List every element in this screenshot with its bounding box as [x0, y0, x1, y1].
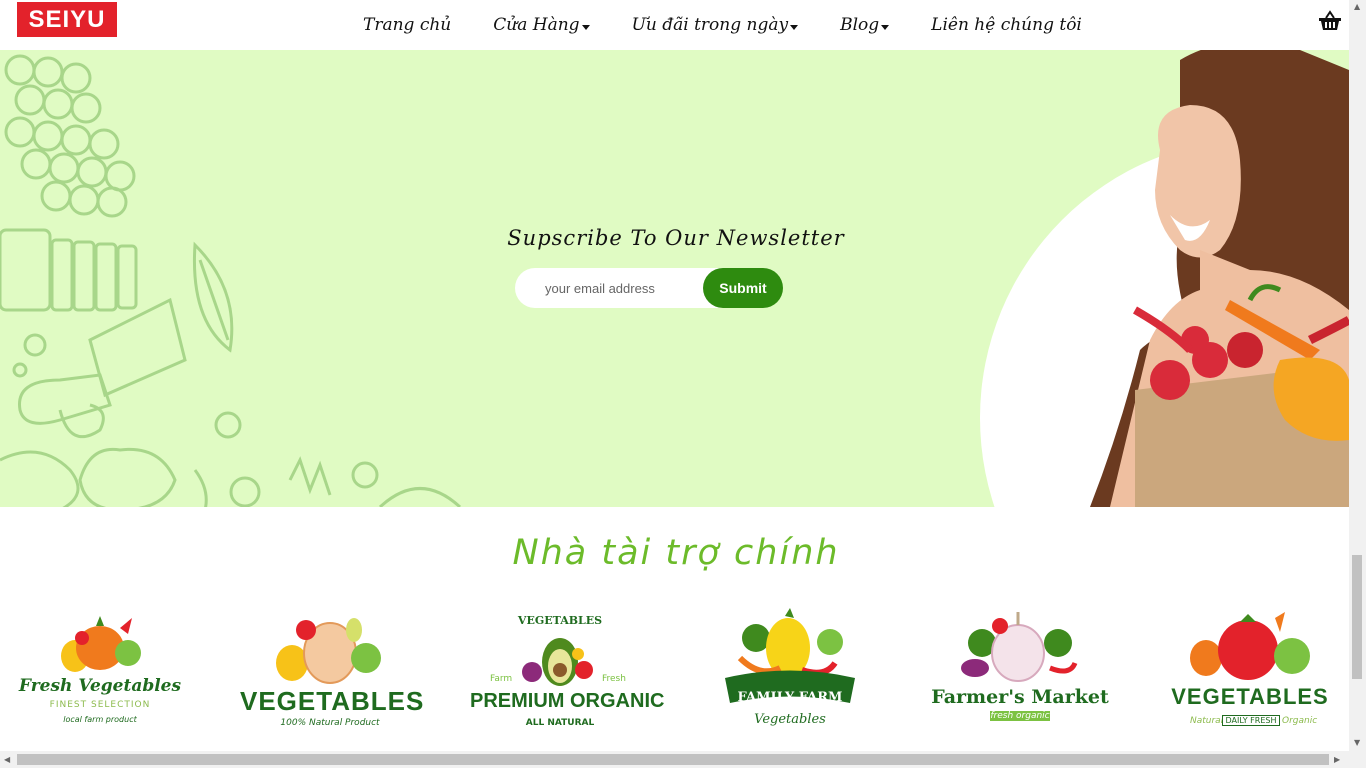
sponsor-name: VEGETABLES: [1171, 684, 1329, 709]
sponsor-logo[interactable]: Fresh Vegetables FINEST SELECTION local …: [10, 608, 190, 738]
tomato-icon: [1190, 612, 1310, 680]
nav-item-home[interactable]: Trang chủ: [363, 15, 451, 35]
sponsor-name: Fresh Vegetables: [18, 676, 182, 696]
sponsor-right-label: Organic: [1282, 716, 1318, 726]
sponsor-logo[interactable]: FAMILY FARM Vegetables: [700, 608, 880, 738]
sponsor-logos: Fresh Vegetables FINEST SELECTION local …: [0, 608, 1349, 738]
caret-down-icon: [581, 24, 590, 30]
nav-item-deals[interactable]: Ưu đãi trong ngày: [632, 15, 799, 35]
sponsor-logo[interactable]: VEGETABLES Natural DAILY FRESH Organic: [1160, 608, 1340, 738]
sponsor-subtitle: FINEST SELECTION: [49, 700, 151, 710]
sponsor-logo[interactable]: Farmer's Market fresh organic: [930, 608, 1110, 738]
woman-with-vegetables-image: [1090, 50, 1349, 507]
sponsor-name: FAMILY FARM: [737, 690, 843, 705]
scroll-right-arrow-icon[interactable]: ▶: [1334, 755, 1340, 764]
sponsor-subtitle: DAILY FRESH: [1222, 715, 1280, 726]
sponsor-subtitle: fresh organic: [990, 711, 1050, 721]
nav-item-store[interactable]: Cửa Hàng: [493, 15, 590, 35]
sponsor-right-label: Fresh: [602, 674, 626, 684]
sponsor-name: PREMIUM ORGANIC: [470, 690, 665, 712]
sponsor-name: Farmer's Market: [931, 686, 1109, 708]
vertical-scrollbar-thumb[interactable]: [1352, 555, 1362, 679]
sponsor-subtitle: ALL NATURAL: [525, 718, 595, 728]
vegetable-sketch-decoration: [0, 54, 462, 507]
scroll-up-arrow-icon[interactable]: ▲: [1354, 2, 1360, 11]
scroll-left-arrow-icon[interactable]: ◀: [4, 755, 10, 764]
basket-icon[interactable]: [1318, 10, 1342, 32]
sponsor-left-label: Farm: [490, 674, 513, 684]
horizontal-scrollbar-thumb[interactable]: [17, 754, 1329, 765]
sponsor-name: VEGETABLES: [240, 686, 425, 716]
scroll-down-arrow-icon[interactable]: ▼: [1354, 738, 1360, 747]
sponsor-subtitle: 100% Natural Product: [280, 718, 380, 728]
sponsor-tagline: local farm product: [63, 715, 137, 724]
main-nav: Trang chủ Cửa Hàng Ưu đãi trong ngày Blo…: [363, 0, 1124, 50]
nav-label: Trang chủ: [363, 15, 452, 35]
site-header: SEIYU Trang chủ Cửa Hàng Ưu đãi trong ng…: [0, 0, 1349, 50]
newsletter-section: Supscribe To Our Newsletter Submit: [0, 50, 1349, 507]
sponsor-left-label: Natural: [1190, 716, 1224, 726]
caret-down-icon: [881, 24, 890, 30]
caret-down-icon: [790, 24, 799, 30]
logo-text: SEIYU: [28, 5, 106, 34]
nav-label: Blog: [840, 15, 880, 35]
sponsors-title: Nhà tài trợ chính: [512, 533, 840, 573]
sponsor-logo[interactable]: VEGETABLES Farm Fresh PREMIUM ORGANIC AL…: [470, 608, 665, 738]
newsletter-title: Supscribe To Our Newsletter: [507, 226, 845, 250]
nav-label: Liên hệ chúng tôi: [931, 15, 1082, 35]
sponsor-subtitle: Vegetables: [754, 712, 826, 727]
nav-label: Ưu đãi trong ngày: [631, 15, 789, 35]
sponsor-logo[interactable]: VEGETABLES 100% Natural Product: [240, 608, 425, 738]
nav-item-contact[interactable]: Liên hệ chúng tôi: [931, 15, 1082, 35]
garlic-icon: [961, 612, 1078, 682]
submit-button[interactable]: Submit: [703, 268, 783, 308]
onion-icon: [276, 618, 381, 684]
vegetables-icon: [61, 616, 141, 672]
nav-item-blog[interactable]: Blog: [840, 15, 890, 35]
seiyu-logo[interactable]: SEIYU: [17, 2, 117, 37]
nav-label: Cửa Hàng: [493, 15, 580, 35]
